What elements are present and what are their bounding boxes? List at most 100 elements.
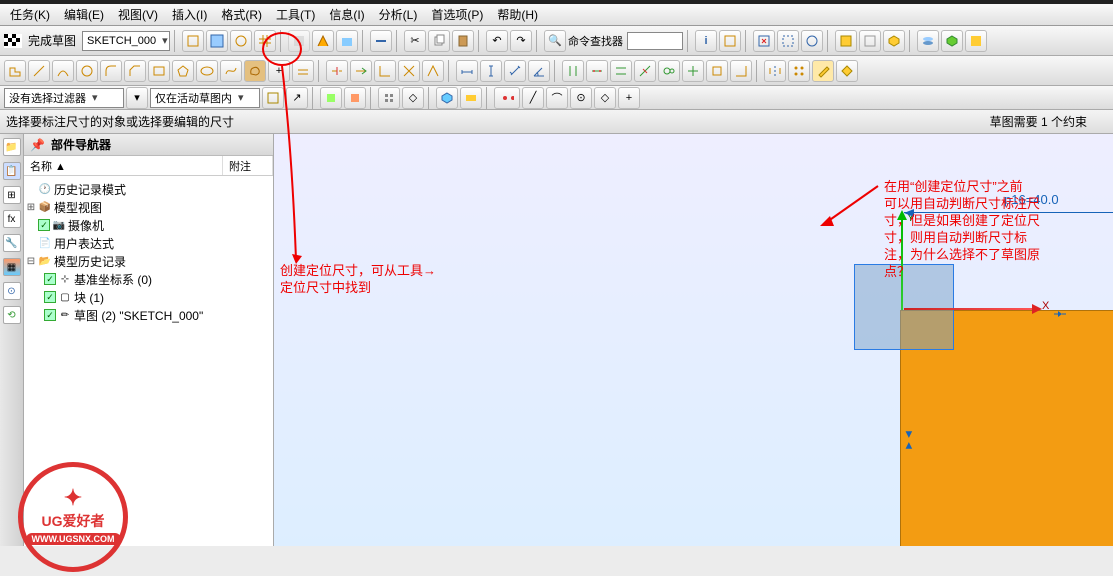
tool-icon[interactable]	[206, 30, 228, 52]
rect-icon[interactable]	[148, 60, 170, 82]
tool-icon[interactable]	[320, 87, 342, 109]
tree-item-block[interactable]: ✓▢ 块 (1)	[26, 288, 271, 306]
command-finder-icon[interactable]: 🔍	[544, 30, 566, 52]
menu-edit[interactable]: 编辑(E)	[58, 4, 110, 25]
menu-tools[interactable]: 工具(T)	[270, 4, 321, 25]
menu-format[interactable]: 格式(R)	[215, 4, 268, 25]
tree-item-camera[interactable]: ✓📷 摄像机	[26, 216, 271, 234]
trim-icon[interactable]	[326, 60, 348, 82]
tool-icon[interactable]	[336, 30, 358, 52]
nav-tab-icon[interactable]: ⊞	[3, 186, 21, 204]
nav-tab-icon[interactable]: 📋	[3, 162, 21, 180]
dim-par-icon[interactable]	[504, 60, 526, 82]
filter-select[interactable]: 没有选择过滤器	[4, 88, 124, 108]
mirror-icon[interactable]	[764, 60, 786, 82]
snap-icon[interactable]	[494, 87, 520, 109]
menu-info[interactable]: 信息(I)	[323, 4, 370, 25]
undo-icon[interactable]: ↶	[486, 30, 508, 52]
snap-int-icon[interactable]: +	[618, 87, 640, 109]
arc-icon[interactable]	[52, 60, 74, 82]
tool-icon[interactable]	[344, 87, 366, 109]
dim-ang-icon[interactable]	[528, 60, 550, 82]
tree-item-datum[interactable]: ✓⊹ 基准坐标系 (0)	[26, 270, 271, 288]
tool-icon[interactable]	[262, 87, 284, 109]
wire-icon[interactable]	[859, 30, 881, 52]
pan-icon[interactable]	[801, 30, 823, 52]
tool-icon[interactable]	[965, 30, 987, 52]
tool-icon[interactable]	[422, 60, 444, 82]
nav-tab-icon[interactable]: ⟲	[3, 306, 21, 324]
constr-icon[interactable]	[610, 60, 632, 82]
constr-icon[interactable]	[682, 60, 704, 82]
chamfer-icon[interactable]	[124, 60, 146, 82]
fillet-icon[interactable]	[100, 60, 122, 82]
finish-flag-icon[interactable]	[4, 34, 22, 48]
constr-icon[interactable]	[658, 60, 680, 82]
snap-quad-icon[interactable]: ◇	[594, 87, 616, 109]
dim-h-icon[interactable]	[456, 60, 478, 82]
tool-icon[interactable]	[436, 87, 458, 109]
pattern-icon[interactable]	[788, 60, 810, 82]
tool-icon[interactable]	[460, 87, 482, 109]
tree-item-model-history[interactable]: ⊟📂 模型历史记录	[26, 252, 271, 270]
slot-icon[interactable]	[244, 60, 266, 82]
tool-icon[interactable]	[182, 30, 204, 52]
tool-icon[interactable]	[370, 30, 392, 52]
tree-item-model-view[interactable]: ⊞📦 模型视图	[26, 198, 271, 216]
menu-help[interactable]: 帮助(H)	[491, 4, 544, 25]
constr-icon[interactable]	[706, 60, 728, 82]
nav-pin-icon[interactable]: 📌	[30, 138, 45, 152]
tree-item-user-expr[interactable]: 📄 用户表达式	[26, 234, 271, 252]
spline-icon[interactable]	[220, 60, 242, 82]
tool-icon[interactable]	[398, 60, 420, 82]
info-icon[interactable]: i	[695, 30, 717, 52]
constr-icon[interactable]	[730, 60, 752, 82]
cut-icon[interactable]: ✂	[404, 30, 426, 52]
constr-icon[interactable]	[562, 60, 584, 82]
menu-tasks[interactable]: 任务(K)	[4, 4, 56, 25]
nav-tab-icon[interactable]: ▦	[3, 258, 21, 276]
finish-sketch-button[interactable]: 完成草图	[24, 32, 80, 49]
paste-icon[interactable]	[452, 30, 474, 52]
snap-ctr-icon[interactable]: ⊙	[570, 87, 592, 109]
fit-icon[interactable]	[753, 30, 775, 52]
menu-analysis[interactable]: 分析(L)	[373, 4, 424, 25]
profile-icon[interactable]	[4, 60, 26, 82]
constr-icon[interactable]	[634, 60, 656, 82]
ellipse-icon[interactable]	[196, 60, 218, 82]
tool-icon[interactable]: ◇	[402, 87, 424, 109]
circle-icon[interactable]	[76, 60, 98, 82]
tool-icon[interactable]: ↗	[286, 87, 308, 109]
nav-tab-icon[interactable]: ⊙	[3, 282, 21, 300]
tree-item-history-mode[interactable]: 🕐 历史记录模式	[26, 180, 271, 198]
menu-prefs[interactable]: 首选项(P)	[425, 4, 489, 25]
layer-icon[interactable]	[917, 30, 939, 52]
nav-tab-icon[interactable]: 🔧	[3, 234, 21, 252]
command-finder-input[interactable]	[627, 32, 683, 50]
nav-tab-icon[interactable]: fx	[3, 210, 21, 228]
shade-icon[interactable]	[835, 30, 857, 52]
menu-view[interactable]: 视图(V)	[112, 4, 164, 25]
redo-icon[interactable]: ↷	[510, 30, 532, 52]
snap-end-icon[interactable]: ╱	[522, 87, 544, 109]
col-name[interactable]: 名称 ▲	[24, 156, 223, 175]
tool-icon[interactable]	[719, 30, 741, 52]
zoom-icon[interactable]	[777, 30, 799, 52]
constr-icon[interactable]	[586, 60, 608, 82]
copy-icon[interactable]	[428, 30, 450, 52]
line-icon[interactable]	[28, 60, 50, 82]
tool-icon[interactable]	[230, 30, 252, 52]
tree-item-sketch[interactable]: ✓✏ 草图 (2) "SKETCH_000"	[26, 306, 271, 324]
tool-icon[interactable]	[312, 30, 334, 52]
dim-v-icon[interactable]	[480, 60, 502, 82]
tool-icon[interactable]	[836, 60, 858, 82]
corner-icon[interactable]	[374, 60, 396, 82]
tool-icon[interactable]	[883, 30, 905, 52]
polygon-icon[interactable]	[172, 60, 194, 82]
menu-insert[interactable]: 插入(I)	[166, 4, 213, 25]
extend-icon[interactable]	[350, 60, 372, 82]
snap-mid-icon[interactable]: ⌒	[546, 87, 568, 109]
nav-tab-icon[interactable]: 📁	[3, 138, 21, 156]
paint-icon[interactable]	[812, 60, 834, 82]
col-note[interactable]: 附注	[223, 156, 273, 175]
